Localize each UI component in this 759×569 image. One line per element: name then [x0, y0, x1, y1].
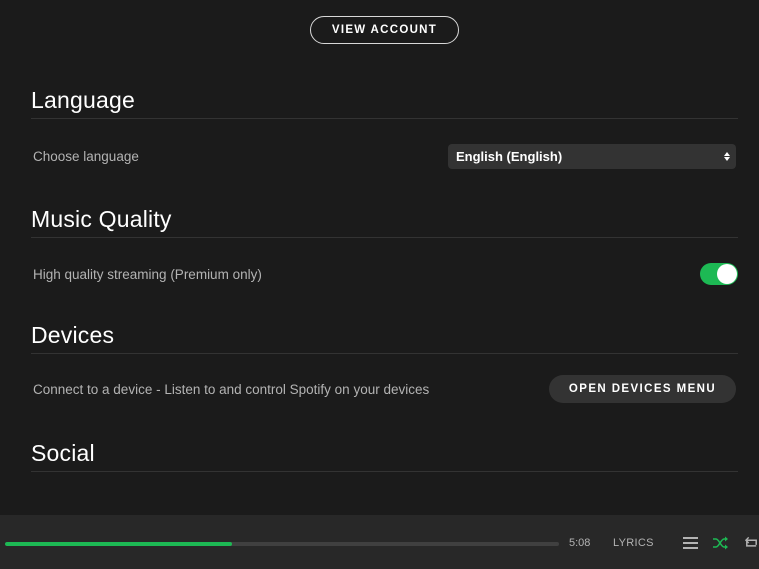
- devices-section: Devices: [31, 317, 738, 354]
- music-quality-section-title: Music Quality: [31, 201, 738, 238]
- settings-page: VIEW ACCOUNT Language Choose language En…: [0, 0, 759, 569]
- open-devices-menu-button[interactable]: OPEN DEVICES MENU: [549, 375, 736, 403]
- language-section: Language: [31, 82, 738, 119]
- language-select[interactable]: English (English): [448, 144, 736, 169]
- music-quality-row: High quality streaming (Premium only): [33, 263, 738, 285]
- lyrics-button[interactable]: LYRICS: [613, 537, 654, 549]
- language-section-title: Language: [31, 82, 738, 119]
- total-time: 5:08: [569, 537, 591, 549]
- player-bar: 5:08 LYRICS: [0, 515, 759, 569]
- repeat-icon[interactable]: [744, 535, 759, 551]
- high-quality-streaming-label: High quality streaming (Premium only): [33, 266, 262, 282]
- devices-section-title: Devices: [31, 317, 738, 354]
- high-quality-streaming-toggle[interactable]: [700, 263, 738, 285]
- playback-progress-fill: [5, 542, 233, 546]
- social-section-title: Social: [31, 435, 738, 472]
- devices-row: Connect to a device - Listen to and cont…: [33, 375, 736, 403]
- language-select-value: English (English): [456, 149, 563, 164]
- select-arrows-icon: [724, 152, 730, 161]
- queue-icon[interactable]: [682, 535, 698, 551]
- toggle-knob: [717, 264, 737, 284]
- social-section: Social: [31, 435, 738, 472]
- language-row: Choose language English (English): [33, 144, 736, 169]
- playback-progress-bar[interactable]: [5, 542, 559, 546]
- view-account-button[interactable]: VIEW ACCOUNT: [310, 16, 459, 44]
- connect-device-label: Connect to a device - Listen to and cont…: [33, 381, 430, 397]
- shuffle-icon[interactable]: [713, 535, 729, 551]
- choose-language-label: Choose language: [33, 149, 139, 164]
- music-quality-section: Music Quality: [31, 201, 738, 238]
